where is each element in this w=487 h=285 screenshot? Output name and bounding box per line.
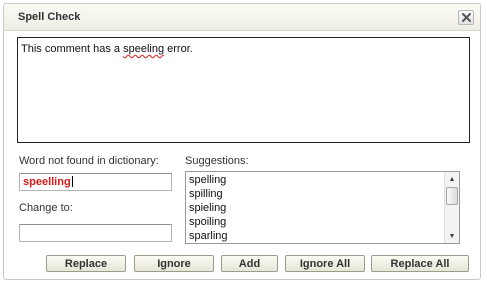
- ignore-all-button[interactable]: Ignore All: [285, 255, 365, 272]
- close-icon: [461, 13, 471, 22]
- text-caret: [71, 176, 73, 187]
- word-not-found-value: speelling: [23, 176, 71, 188]
- comment-text-after: error.: [164, 43, 193, 55]
- dialog-title: Spell Check: [18, 11, 81, 23]
- suggestion-item[interactable]: spieling: [189, 201, 443, 215]
- misspelled-word[interactable]: speeling: [123, 43, 164, 55]
- add-button[interactable]: Add: [221, 255, 278, 272]
- suggestions-label: Suggestions:: [185, 155, 249, 167]
- replace-all-button[interactable]: Replace All: [371, 255, 469, 272]
- suggestions-listbox[interactable]: spelling spilling spieling spoiling spar…: [185, 171, 460, 244]
- comment-text-before: This comment has a: [21, 43, 124, 55]
- spell-check-dialog: Spell Check This comment has a speeling …: [3, 3, 481, 280]
- suggestion-item[interactable]: spoiling: [189, 215, 443, 229]
- suggestion-item[interactable]: spelling: [189, 173, 443, 187]
- change-to-field[interactable]: [19, 224, 172, 242]
- word-not-found-label: Word not found in dictionary:: [19, 155, 159, 167]
- scrollbar-thumb[interactable]: [446, 187, 458, 205]
- replace-button[interactable]: Replace: [46, 255, 126, 272]
- suggestions-scrollbar[interactable]: ▲ ▼: [444, 172, 459, 243]
- ignore-button[interactable]: Ignore: [134, 255, 214, 272]
- comment-text-area[interactable]: This comment has a speeling error.: [17, 37, 470, 143]
- change-to-label: Change to:: [19, 202, 73, 214]
- dialog-titlebar[interactable]: Spell Check: [4, 4, 480, 31]
- suggestion-item[interactable]: spilling: [189, 187, 443, 201]
- scroll-up-arrow-icon[interactable]: ▲: [446, 173, 458, 185]
- scroll-down-arrow-icon[interactable]: ▼: [446, 230, 458, 242]
- suggestions-list: spelling spilling spieling spoiling spar…: [189, 173, 443, 243]
- word-not-found-field[interactable]: speelling: [19, 173, 172, 191]
- close-button[interactable]: [458, 10, 474, 25]
- suggestion-item[interactable]: sparling: [189, 229, 443, 243]
